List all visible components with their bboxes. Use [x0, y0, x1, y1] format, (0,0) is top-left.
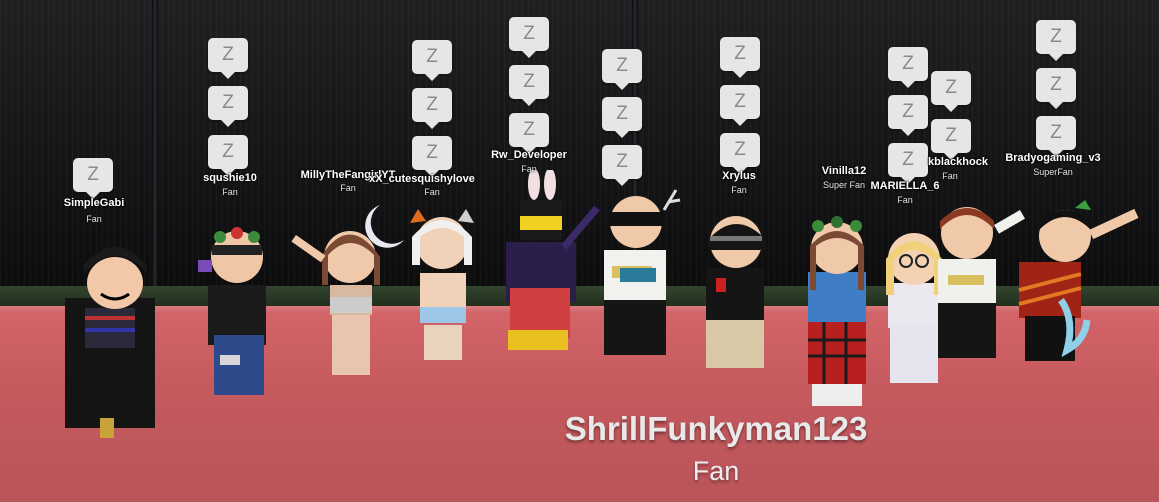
player-avatar[interactable] [1005, 200, 1155, 375]
sleep-bubble: Z [509, 65, 549, 106]
sleep-bubble: Z [720, 37, 760, 78]
player-rank-tag: Fan [942, 171, 958, 181]
player-rank-tag: Fan [340, 183, 356, 193]
sleep-bubble: Z [720, 85, 760, 126]
sleep-bubble: Z [602, 145, 642, 186]
player-rank-tag: Fan [521, 164, 537, 174]
player-name-tag: Vinilla12 [821, 165, 867, 177]
sleep-bubble: Z [412, 40, 452, 81]
sleep-bubble: Z [888, 143, 928, 184]
sleep-bubble: Z [208, 38, 248, 79]
sleep-bubble: Z [1036, 68, 1076, 109]
player-rank-tag: Fan [86, 214, 102, 224]
sleep-bubble: Z [602, 49, 642, 90]
player-name-tag: kblackhock [928, 156, 988, 168]
player-name-tag: Rw_Developer [491, 149, 567, 161]
game-viewport: Z Z Z Z Z Z Z Z Z Z Z Z Z Z Z Z Z Z Z Z … [0, 0, 1159, 502]
player-avatar[interactable] [55, 228, 175, 448]
sleep-bubble: Z [931, 119, 971, 160]
sleep-bubble: Z [1036, 116, 1076, 157]
sleep-bubble: Z [602, 97, 642, 138]
focused-player-name: ShrillFunkyman123 [564, 410, 868, 447]
sleep-bubble: Z [931, 71, 971, 112]
player-name-tag: Xrylus [722, 170, 756, 182]
player-rank-tag: Fan [897, 195, 913, 205]
sleep-bubble: Z [1036, 20, 1076, 61]
sleep-bubble: Z [412, 136, 452, 177]
sleep-bubble: Z [720, 133, 760, 174]
sleep-bubble: Z [208, 86, 248, 127]
player-name-tag: MARIELLA_6 [870, 180, 940, 192]
player-rank-tag: SuperFan [1033, 167, 1073, 177]
sleep-bubble: Z [412, 88, 452, 129]
player-rank-tag: Fan [222, 187, 238, 197]
sleep-bubble: Z [208, 135, 248, 176]
sleep-bubble: Z [73, 158, 113, 199]
player-name-tag: xX_cutesquishylove [369, 173, 475, 185]
player-rank-tag: Super Fan [822, 180, 866, 190]
sleep-bubble: Z [509, 113, 549, 154]
sleep-bubble: Z [888, 47, 928, 88]
player-name-tag: Bradyogaming_v3 [1005, 152, 1101, 164]
sleep-bubble: Z [888, 95, 928, 136]
player-avatar[interactable] [680, 200, 790, 375]
focused-player-rank: Fan [692, 456, 740, 486]
player-name-tag: SimpleGabi [63, 197, 125, 209]
player-avatar[interactable] [360, 185, 490, 370]
player-rank-tag: Fan [731, 185, 747, 195]
player-rank-tag: Fan [424, 187, 440, 197]
player-avatar[interactable] [190, 215, 280, 405]
player-avatar[interactable] [580, 180, 690, 360]
sleep-bubble: Z [509, 17, 549, 58]
player-name-tag: squshie10 [203, 172, 257, 184]
